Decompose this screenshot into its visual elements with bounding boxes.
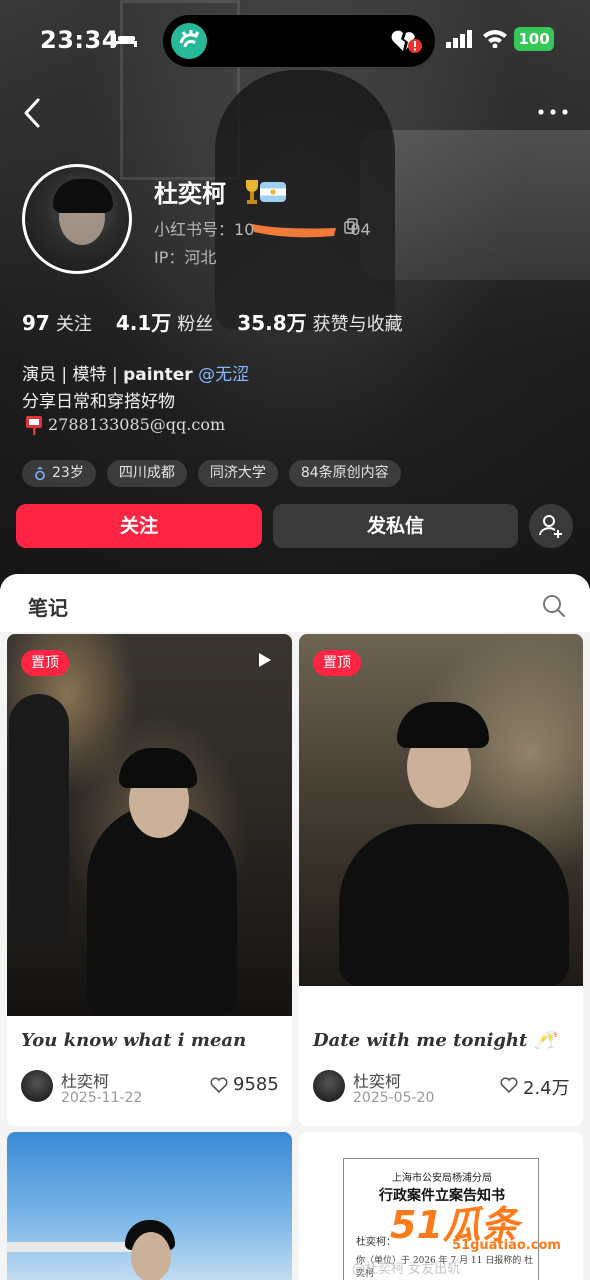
video-play-icon [259, 653, 271, 667]
add-friend-button[interactable] [529, 504, 573, 548]
pinned-badge: 置顶 [313, 650, 361, 676]
note-title: Date with me tonight 🥂 [313, 1030, 556, 1051]
add-person-icon [539, 515, 562, 538]
broken-heart-alert-icon[interactable] [389, 27, 423, 55]
status-bar: 23:34 100 [0, 0, 590, 80]
watermark-url: 51guatiao.com [452, 1238, 561, 1253]
redbook-id-label: 小红书号： [154, 220, 235, 239]
tag-age-label: 23岁 [52, 465, 84, 481]
note-cover-image: 置顶 [299, 634, 583, 986]
follow-button[interactable]: 关注 [16, 504, 262, 548]
cellular-signal-icon [446, 30, 472, 48]
profile-tags: 23岁 四川成都 同济大学 84条原创内容 [22, 460, 412, 487]
note-date: 2025-11-22 [61, 1090, 143, 1106]
notes-panel-header: 笔记 [0, 574, 590, 632]
note-author-name: 杜奕柯 [61, 1072, 110, 1091]
note-author-avatar [21, 1070, 53, 1102]
cover-person-hair [119, 748, 197, 788]
bio-roles: 演员 | 模特 | [22, 365, 124, 385]
battery-indicator: 100 [514, 27, 554, 51]
note-cover-image [7, 1132, 292, 1280]
pinned-badge: 置顶 [21, 650, 69, 676]
cover-person-hair [397, 702, 489, 748]
note-card[interactable] [7, 1132, 292, 1280]
note-author-avatar [313, 1070, 345, 1102]
trophy-flag-badge-icon[interactable] [242, 176, 288, 208]
weibo-watermark: @杜奕柯 女友出轨 [352, 1262, 461, 1277]
avatar-hair [53, 179, 113, 213]
copy-id-icon[interactable] [344, 218, 358, 234]
cover-person-figure [339, 824, 569, 986]
stat-following[interactable]: 97 关注 [22, 310, 92, 336]
status-time: 23:34 [40, 26, 119, 54]
cover-background-person [9, 694, 69, 944]
wifi-icon [483, 30, 507, 48]
profile-name: 杜奕柯 [154, 180, 226, 208]
back-arrow-icon[interactable] [20, 96, 46, 130]
document-issuer: 上海市公安局杨浦分局 [392, 1173, 492, 1184]
profile-stats: 97 关注 4.1万 粉丝 35.8万 获赞与收藏 [22, 307, 427, 336]
note-date: 2025-05-20 [353, 1090, 435, 1106]
stat-followers-label: 粉丝 [177, 314, 214, 335]
tag-school: 同济大学 [197, 460, 278, 487]
heart-icon[interactable] [499, 1076, 519, 1094]
bio-painter: painter [123, 365, 193, 385]
bio-mention-link[interactable]: @无涩 [193, 365, 249, 385]
stat-likes-collects[interactable]: 35.8万 获赞与收藏 [237, 307, 402, 336]
more-options-icon[interactable] [536, 100, 570, 124]
note-likes-count: 9585 [233, 1074, 279, 1095]
note-author-name: 杜奕柯 [353, 1072, 402, 1091]
profile-avatar[interactable] [22, 164, 132, 274]
stat-likes-label: 获赞与收藏 [312, 314, 403, 335]
contact-email[interactable]: 2788133085@qq.com [48, 415, 225, 434]
note-cover-image: 置顶 [7, 634, 292, 1016]
dynamic-island[interactable] [163, 15, 435, 67]
note-likes-count: 2.4万 [523, 1078, 570, 1099]
bio-line-1: 演员 | 模特 | painter @无涩 [22, 360, 249, 385]
search-icon[interactable] [542, 594, 566, 618]
tag-location: 四川成都 [106, 460, 187, 487]
ip-location: IP：河北 [154, 248, 217, 267]
notes-panel: 笔记 置顶 You know what i mean 杜奕柯 2025-11-2… [0, 574, 590, 1280]
sleep-mode-icon [113, 34, 137, 47]
redaction-scribble [252, 224, 336, 238]
tab-notes[interactable]: 笔记 [28, 592, 68, 621]
cover-person-face [131, 1232, 171, 1280]
message-button[interactable]: 发私信 [273, 504, 518, 548]
stat-following-count: 97 [22, 311, 50, 335]
note-card[interactable]: 置顶 Date with me tonight 🥂 杜奕柯 2025-05-20… [299, 634, 583, 1126]
note-title: You know what i mean [21, 1030, 247, 1051]
tag-original-count: 84条原创内容 [288, 460, 401, 487]
heart-icon[interactable] [209, 1076, 229, 1094]
stat-likes-count: 35.8万 [237, 311, 307, 335]
tag-age: 23岁 [22, 460, 96, 487]
bio-line-2: 分享日常和穿搭好物 [22, 392, 175, 412]
mailbox-icon [26, 416, 42, 435]
male-gender-icon [35, 466, 45, 480]
stat-followers-count: 4.1万 [115, 311, 172, 335]
note-card[interactable]: 置顶 You know what i mean 杜奕柯 2025-11-22 9… [7, 634, 292, 1126]
stat-followers[interactable]: 4.1万 粉丝 [116, 307, 213, 336]
app-activity-icon[interactable] [171, 23, 207, 59]
stat-following-label: 关注 [55, 314, 92, 335]
profile-header-background [0, 0, 590, 590]
